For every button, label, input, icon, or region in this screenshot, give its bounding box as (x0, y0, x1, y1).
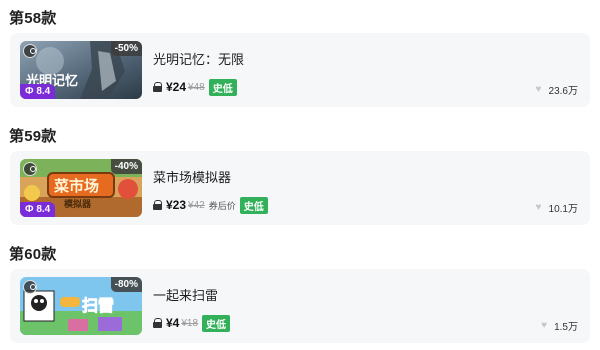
game-title[interactable]: 一起来扫雷 (153, 285, 218, 304)
steam-icon (23, 162, 37, 176)
original-price: ¥48 (188, 81, 205, 93)
like-count[interactable]: ♥ 1.5万 (541, 318, 578, 334)
thumbnail-subtitle-art: 模拟器 (64, 198, 92, 209)
like-count-value: 1.5万 (554, 322, 578, 333)
lock-icon (153, 200, 163, 210)
price-row: ¥23 ¥42 券后价 史低 (153, 196, 268, 214)
original-price: ¥18 (181, 317, 199, 329)
game-card[interactable]: 光明记忆 -50% Ф 8.4 光明记忆：无限 ¥24 ¥48 史低 ♥ 23.… (10, 33, 590, 107)
lock-icon (153, 318, 163, 328)
heart-icon: ♥ (535, 84, 542, 95)
rating-value: 8.4 (36, 86, 51, 97)
like-count[interactable]: ♥ 23.6万 (535, 82, 578, 98)
lock-icon (153, 82, 163, 92)
game-card[interactable]: 菜市场 模拟器 -40% Ф 8.4 菜市场模拟器 ¥23 ¥42 券后价 史低… (10, 151, 590, 225)
game-thumbnail[interactable]: 扫雷 -80% (20, 277, 142, 335)
game-thumbnail[interactable]: 光明记忆 -50% Ф 8.4 (20, 41, 142, 99)
coupon-price-note: 券后价 (208, 200, 236, 211)
heart-icon: ♥ (535, 202, 542, 213)
price-row: ¥4 ¥18 史低 (153, 314, 231, 332)
game-thumbnail[interactable]: 菜市场 模拟器 -40% Ф 8.4 (20, 159, 142, 217)
original-price: ¥42 (188, 199, 205, 211)
current-price: ¥23 (166, 198, 187, 212)
lowest-price-badge: 史低 (239, 196, 268, 214)
discount-badge: -80% (110, 277, 142, 292)
discount-badge: -50% (110, 41, 142, 56)
like-count-value: 10.1万 (548, 204, 578, 215)
like-count-value: 23.6万 (548, 86, 578, 97)
section-heading: 第60款 (9, 246, 57, 263)
price-row: ¥24 ¥48 史低 (153, 78, 237, 96)
heart-icon: ♥ (541, 320, 548, 331)
lowest-price-badge: 史低 (208, 78, 237, 96)
lowest-price-badge: 史低 (202, 314, 231, 332)
steam-icon (23, 44, 37, 58)
rating-badge: Ф 8.4 (20, 84, 56, 99)
steam-icon (23, 280, 37, 294)
rating-badge: Ф 8.4 (20, 202, 56, 217)
current-price: ¥4 (166, 316, 180, 330)
section-heading: 第59款 (9, 128, 57, 145)
section-heading: 第58款 (9, 10, 57, 27)
game-card[interactable]: 扫雷 -80% 一起来扫雷 ¥4 ¥18 史低 ♥ 1.5万 (10, 269, 590, 343)
thumbnail-title-art: 菜市场 (53, 177, 99, 195)
game-title[interactable]: 菜市场模拟器 (153, 167, 231, 186)
current-price: ¥24 (166, 80, 187, 94)
game-title[interactable]: 光明记忆：无限 (153, 49, 244, 68)
thumbnail-title-art: 扫雷 (82, 296, 114, 315)
rating-value: 8.4 (36, 204, 51, 215)
like-count[interactable]: ♥ 10.1万 (535, 200, 578, 216)
discount-badge: -40% (110, 159, 142, 174)
